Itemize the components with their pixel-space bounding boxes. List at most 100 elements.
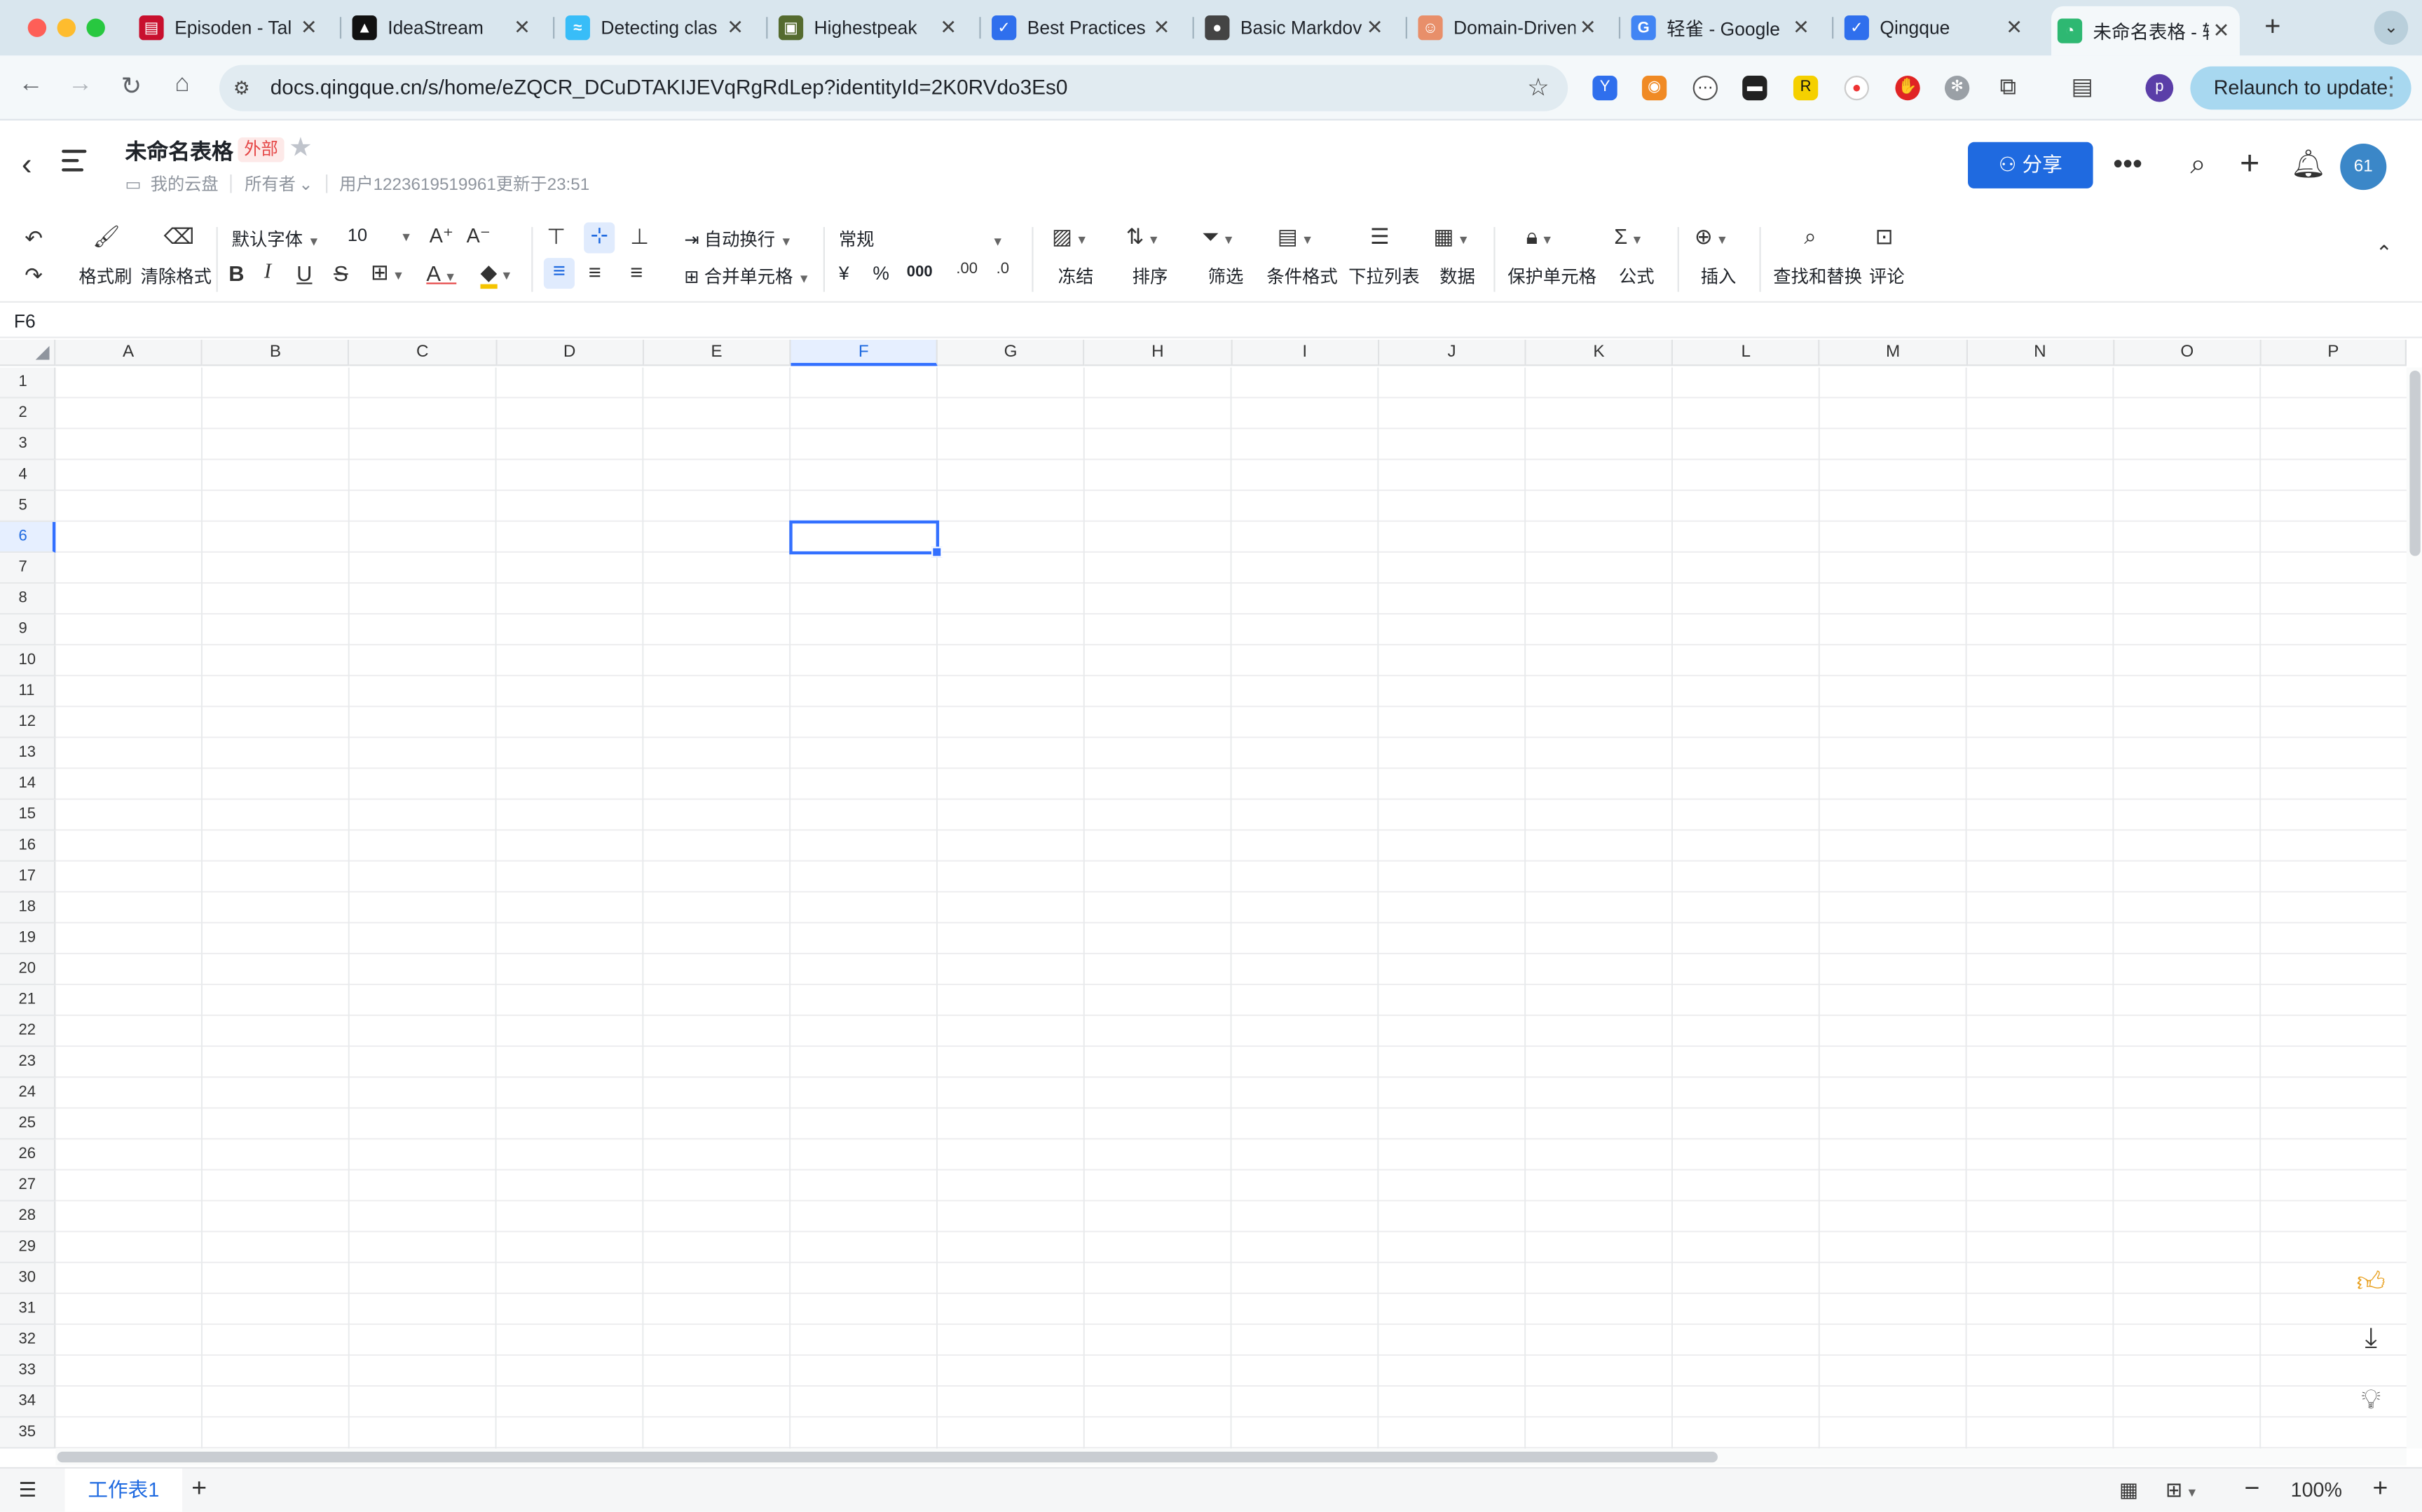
column-header-b[interactable]: B <box>203 339 350 366</box>
row-header-33[interactable]: 33 <box>0 1356 56 1387</box>
home-icon[interactable]: ⌂ <box>167 71 198 99</box>
close-tab-icon[interactable]: ✕ <box>2002 15 2027 40</box>
name-box[interactable]: F6 <box>14 310 36 332</box>
find-replace-icon[interactable]: ⌕ <box>1804 224 1816 250</box>
column-header-m[interactable]: M <box>1820 339 1968 366</box>
profile-avatar[interactable]: p <box>2145 74 2174 102</box>
column-header-n[interactable]: N <box>1967 339 2114 366</box>
zoom-out-icon[interactable]: − <box>2245 1473 2260 1504</box>
row-header-26[interactable]: 26 <box>0 1139 56 1171</box>
row-header-2[interactable]: 2 <box>0 398 56 429</box>
selected-cell[interactable] <box>789 520 943 558</box>
extensions-puzzle-icon[interactable]: ⧉ <box>1996 75 2020 100</box>
browser-tab[interactable]: ● Basic Markdov ✕ <box>1205 9 1387 46</box>
row-header-28[interactable]: 28 <box>0 1201 56 1232</box>
extension-r-icon[interactable]: R <box>1793 76 1819 101</box>
close-tab-icon[interactable]: ✕ <box>723 15 748 40</box>
format-painter-button[interactable]: 格式刷 <box>78 264 132 289</box>
permission-label[interactable]: 所有者 <box>245 172 296 196</box>
extension-bird-icon[interactable]: Y <box>1592 76 1617 101</box>
row-header-32[interactable]: 32 <box>0 1325 56 1356</box>
row-header-13[interactable]: 13 <box>0 738 56 769</box>
url-text[interactable]: docs.qingque.cn/s/home/eZQCR_DCuDTAKIJEV… <box>271 76 1068 99</box>
browser-tab[interactable]: ▤ Episoden - Tal ✕ <box>139 9 321 46</box>
extension-stop-icon[interactable]: ✋ <box>1895 76 1920 101</box>
bold-icon[interactable]: B <box>228 261 244 285</box>
decrease-font-icon[interactable]: A⁻ <box>467 224 491 249</box>
column-header-c[interactable]: C <box>349 339 497 366</box>
column-header-k[interactable]: K <box>1526 339 1674 366</box>
row-header-31[interactable]: 31 <box>0 1294 56 1326</box>
column-header-i[interactable]: I <box>1231 339 1379 366</box>
row-header-14[interactable]: 14 <box>0 769 56 800</box>
reload-icon[interactable]: ↻ <box>116 71 146 102</box>
add-icon[interactable]: + <box>2240 144 2259 184</box>
lightbulb-icon[interactable]: 💡︎ <box>2348 1376 2394 1422</box>
column-header-e[interactable]: E <box>643 339 791 366</box>
back-icon[interactable]: ‹ <box>22 149 32 184</box>
freeze-icon[interactable]: ▨ ▼ <box>1052 224 1088 250</box>
column-header-a[interactable]: A <box>55 339 203 366</box>
align-right-icon[interactable]: ≡ <box>630 259 643 284</box>
row-header-1[interactable]: 1 <box>0 367 56 399</box>
comment-icon[interactable]: ⊡ <box>1875 224 1894 250</box>
clear-format-button[interactable]: 清除格式 <box>141 264 212 289</box>
zoom-window-button[interactable] <box>86 18 105 37</box>
row-header-29[interactable]: 29 <box>0 1232 56 1263</box>
currency-button[interactable]: ¥ <box>839 263 849 284</box>
browser-tab[interactable]: G 轻雀 - Google ✕ <box>1631 9 1814 46</box>
reading-list-icon[interactable]: ▤ <box>2069 75 2094 100</box>
percent-button[interactable]: % <box>873 263 889 284</box>
new-tab-button[interactable]: + <box>2264 11 2280 43</box>
extension-feed-icon[interactable]: ◉ <box>1641 76 1667 101</box>
minimize-window-button[interactable] <box>57 18 76 37</box>
forward-arrow-icon[interactable]: → <box>65 71 96 99</box>
dropdown-list-button[interactable]: 下拉列表 <box>1348 264 1419 289</box>
row-header-12[interactable]: 12 <box>0 707 56 738</box>
row-header-9[interactable]: 9 <box>0 614 56 646</box>
row-header-3[interactable]: 3 <box>0 429 56 460</box>
row-header-20[interactable]: 20 <box>0 954 56 986</box>
extension-code-icon[interactable]: ⋯ <box>1692 76 1718 101</box>
layout-icon[interactable]: ⊞ ▼ <box>2166 1478 2198 1502</box>
underline-icon[interactable]: U <box>296 261 312 285</box>
address-bar[interactable]: ⚙ docs.qingque.cn/s/home/eZQCR_DCuDTAKIJ… <box>219 64 1568 111</box>
row-header-18[interactable]: 18 <box>0 892 56 924</box>
horizontal-scrollbar-thumb[interactable] <box>57 1451 1718 1463</box>
thousands-button[interactable]: 000 <box>907 264 933 281</box>
extension-gray-icon[interactable]: ✻ <box>1944 76 1970 101</box>
avatar[interactable]: 61 <box>2340 143 2387 191</box>
tab-search-chevron-icon[interactable]: ⌄ <box>2374 11 2409 45</box>
row-header-5[interactable]: 5 <box>0 490 56 522</box>
extension-record-icon[interactable]: ● <box>1844 76 1869 101</box>
dropdown-list-icon[interactable]: ☰ <box>1370 224 1390 250</box>
zoom-in-icon[interactable]: + <box>2372 1473 2388 1504</box>
browser-tab[interactable]: ◔ 未命名表格 - 轻 ✕ <box>2051 6 2240 56</box>
strikethrough-icon[interactable]: S <box>334 261 348 285</box>
row-header-10[interactable]: 10 <box>0 645 56 677</box>
favorite-star-icon[interactable]: ★ <box>289 133 313 164</box>
close-tab-icon[interactable]: ✕ <box>1788 15 1813 40</box>
column-header-g[interactable]: G <box>938 339 1086 366</box>
font-select[interactable]: 默认字体 ▼ <box>232 227 320 252</box>
filter-button[interactable]: 筛选 <box>1208 264 1244 289</box>
column-header-d[interactable]: D <box>496 339 644 366</box>
row-header-25[interactable]: 25 <box>0 1108 56 1140</box>
grid-view-icon[interactable]: ▦ <box>2119 1478 2138 1502</box>
wrap-text-select[interactable]: ⇥ 自动换行 ▼ <box>684 227 792 252</box>
row-header-21[interactable]: 21 <box>0 985 56 1017</box>
align-top-icon[interactable]: ⊤ <box>547 224 566 250</box>
sort-icon[interactable]: ⇅ ▼ <box>1126 224 1160 250</box>
extension-terminal-icon[interactable]: ▬ <box>1742 76 1767 101</box>
row-header-30[interactable]: 30 <box>0 1263 56 1295</box>
data-icon[interactable]: ▦ ▼ <box>1433 224 1470 250</box>
increase-font-icon[interactable]: A⁺ <box>430 224 453 249</box>
column-header-j[interactable]: J <box>1378 339 1526 366</box>
number-format-select[interactable]: 常规 ▼ <box>839 227 1004 252</box>
merge-cells-select[interactable]: ⊞ 合并单元格 ▼ <box>684 264 810 289</box>
borders-icon[interactable]: ⊞ ▼ <box>371 259 404 285</box>
freeze-button[interactable]: 冻结 <box>1058 264 1094 289</box>
search-icon[interactable]: ⌕ <box>2190 149 2205 181</box>
sheet-tab[interactable]: 工作表1 <box>64 1469 183 1512</box>
layers-icon[interactable]: ☰ <box>18 1478 36 1502</box>
